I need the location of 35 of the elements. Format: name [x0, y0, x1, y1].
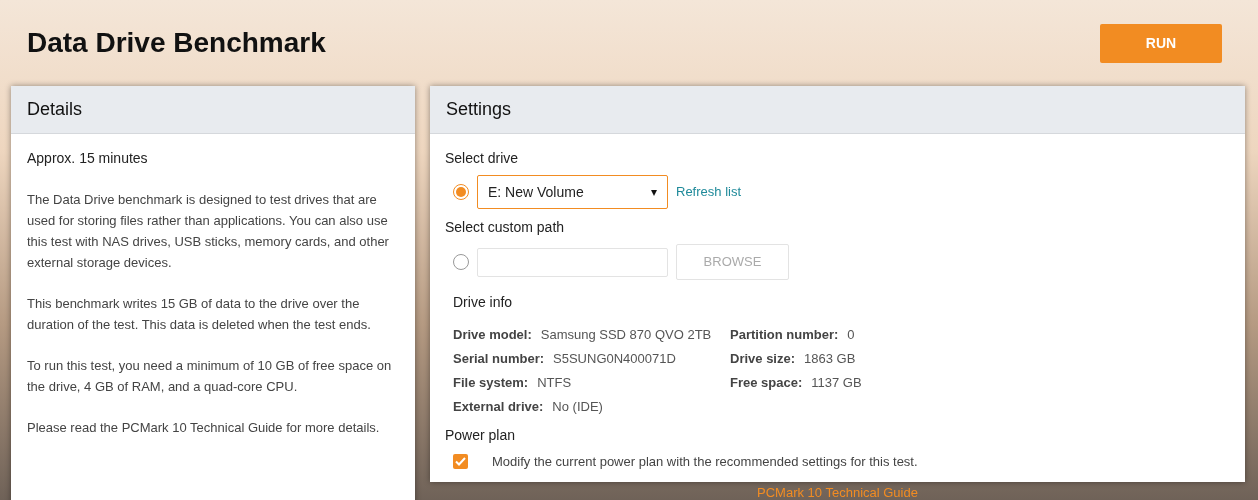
technical-guide-link[interactable]: PCMark 10 Technical Guide: [757, 483, 918, 500]
power-plan-text: Modify the current power plan with the recommended settings for this test.: [492, 453, 918, 471]
info-label: External drive:: [453, 398, 544, 417]
panel-heading: Settings: [446, 98, 512, 121]
info-label: Partition number:: [730, 326, 839, 345]
description-paragraph: The Data Drive benchmark is designed to test drives that are used for storing files rather than applications. You can also use this test with NAS drives, USB sticks, memory cards, and other external storage devices.: [27, 191, 390, 272]
run-button[interactable]: RUN: [1100, 23, 1222, 63]
info-value: 1863 GB: [804, 350, 856, 369]
description-paragraph: Please read the PCMark 10 Technical Guide for more details.: [27, 419, 381, 437]
info-value: S5SUNG0N400071D: [553, 350, 676, 369]
section-label: Select custom path: [445, 218, 566, 237]
description-paragraph: To run this test, you need a minimum of 10 GB of free space on the drive, 4 GB of RAM, and a quad-core CPU.: [27, 357, 393, 396]
section-label: Drive info: [453, 293, 514, 312]
info-value: No (IDE): [552, 398, 603, 417]
radio-button[interactable]: [453, 184, 469, 200]
section-label: Power plan: [445, 426, 517, 445]
info-label: Serial number:: [453, 350, 545, 369]
info-value: Samsung SSD 870 QVO 2TB: [540, 326, 712, 345]
duration-text: Approx. 15 minutes: [27, 149, 149, 168]
info-label: Free space:: [730, 374, 803, 393]
custom-path-field[interactable]: [477, 247, 668, 277]
description-paragraph: This benchmark writes 15 GB of data to the drive over the duration of the test. This data is deleted when the test ends.: [27, 295, 372, 334]
section-label: Select drive: [445, 149, 520, 168]
refresh-list-link[interactable]: Refresh list: [676, 182, 742, 202]
info-label: Drive size:: [730, 350, 796, 369]
panel-heading: Details: [27, 98, 83, 121]
page-title: Data Drive Benchmark: [27, 26, 326, 60]
info-label: Drive model:: [453, 326, 532, 345]
checkbox[interactable]: [453, 454, 468, 470]
checkmark-icon: [455, 457, 466, 467]
info-value: NTFS: [537, 374, 572, 393]
info-label: File system:: [453, 374, 529, 393]
drive-dropdown[interactable]: E: New Volume ▾: [477, 175, 668, 209]
info-value: 1137 GB: [811, 374, 862, 393]
info-value: 0: [847, 326, 855, 345]
